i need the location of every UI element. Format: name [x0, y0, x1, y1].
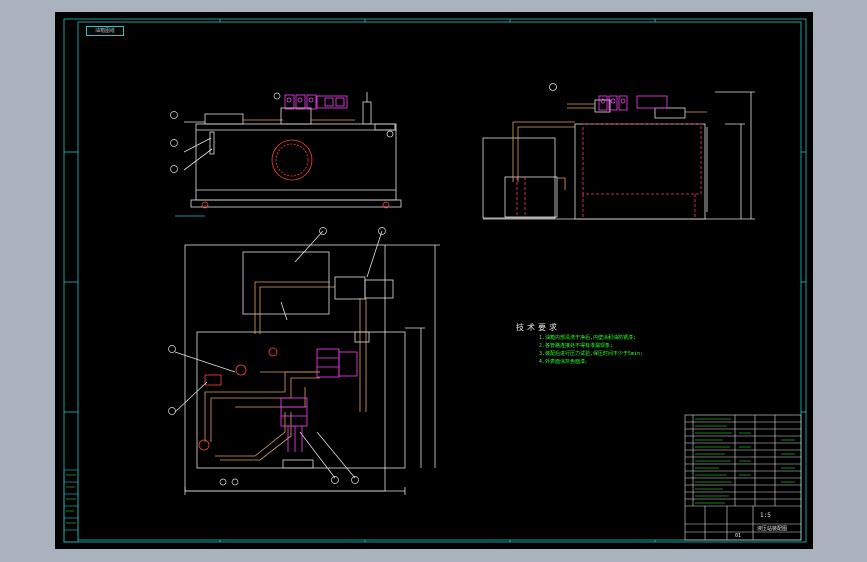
drawing-sheet: 油箱图纸 技术要求 1.油箱内部清洗干净后,内壁涂耐油防锈漆; 2.各管路连接处…	[55, 12, 813, 549]
sheet-number: 01	[735, 533, 742, 539]
front-balloons	[170, 92, 281, 173]
side-valve-stack	[598, 95, 668, 111]
inner-frame	[77, 21, 802, 541]
left-revision-table	[63, 469, 79, 543]
motor-pump	[242, 251, 330, 315]
hydraulic-station-drawing	[63, 18, 807, 543]
front-view	[175, 92, 402, 217]
parts-list	[684, 414, 802, 541]
tech-requirement-line-1: 1.油箱内部清洗干净后,内壁涂耐油防锈漆;	[539, 335, 637, 341]
tech-requirement-line-4: 4.外表面涂灰色面漆。	[539, 359, 591, 365]
plan-view	[174, 230, 440, 495]
plan-valve-blocks	[280, 348, 358, 452]
front-valve-stack	[284, 94, 348, 110]
side-tank	[574, 123, 706, 220]
tank-body	[195, 123, 397, 201]
scale-label: 1:5	[760, 512, 771, 519]
tech-requirement-line-3: 3.装配后进行压力试验,保压时间不少于5min;	[539, 351, 644, 357]
tech-requirement-line-2: 2.各管路连接处不得有渗漏现象;	[539, 343, 614, 349]
tech-requirements-title: 技术要求	[516, 323, 560, 332]
drawing-name: 液压站装配图	[757, 526, 788, 532]
sight-window	[271, 139, 313, 181]
title-block	[685, 506, 801, 540]
